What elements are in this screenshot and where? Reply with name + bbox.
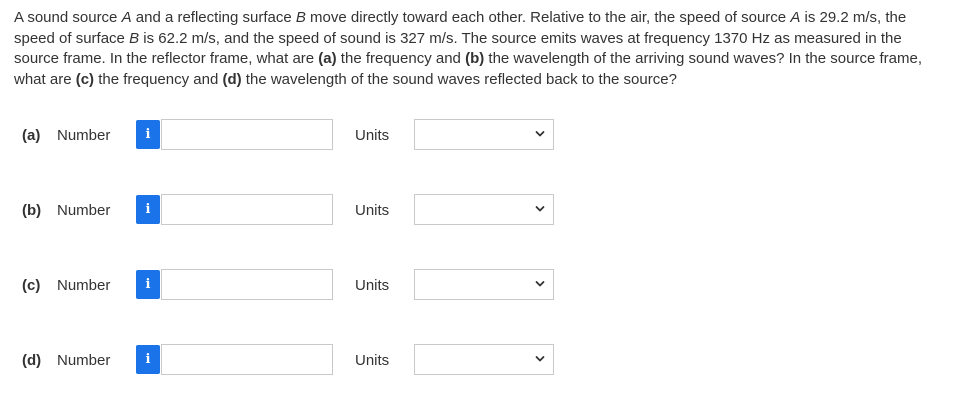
- chevron-down-icon: [535, 281, 545, 287]
- number-input-a[interactable]: [161, 119, 333, 150]
- question-seg: (d): [222, 70, 242, 88]
- question-seg: A: [790, 9, 801, 26]
- question-seg: (a): [318, 50, 337, 67]
- question-seg: (c): [75, 70, 95, 88]
- answer-row-c: (c) Number i Units: [0, 269, 965, 303]
- question-seg: A sound source: [14, 9, 122, 26]
- answer-row-a: (a) Number i Units: [0, 119, 965, 153]
- info-icon[interactable]: i: [136, 345, 160, 374]
- chevron-down-icon: [535, 206, 545, 212]
- number-label: Number: [57, 202, 111, 219]
- part-label: (b): [22, 202, 42, 219]
- question-seg: (b): [465, 50, 485, 67]
- number-label: Number: [57, 127, 111, 144]
- number-label: Number: [57, 277, 111, 294]
- units-label: Units: [355, 127, 390, 144]
- question-seg: A: [121, 9, 132, 26]
- number-input-b[interactable]: [161, 194, 333, 225]
- part-label: (a): [22, 127, 41, 144]
- info-icon[interactable]: i: [136, 270, 160, 299]
- info-icon[interactable]: i: [136, 120, 160, 149]
- units-label: Units: [355, 277, 390, 294]
- question-seg: the frequency and: [336, 50, 466, 67]
- chevron-down-icon: [535, 356, 545, 362]
- question-seg: the wavelength of the sound waves reflec…: [241, 70, 677, 88]
- number-input-d[interactable]: [161, 344, 333, 375]
- number-label: Number: [57, 352, 111, 369]
- part-label: (c): [22, 277, 41, 294]
- answer-row-b: (b) Number i Units: [0, 194, 965, 228]
- info-icon[interactable]: i: [136, 195, 160, 224]
- question-text: A sound source A and a reflecting surfac…: [14, 8, 949, 90]
- units-label: Units: [355, 202, 390, 219]
- question-seg: B: [129, 29, 140, 47]
- units-label: Units: [355, 352, 390, 369]
- question-seg: and a reflecting surface: [131, 9, 296, 26]
- answer-row-d: (d) Number i Units: [0, 344, 965, 378]
- question-seg: B: [295, 9, 306, 26]
- number-input-c[interactable]: [161, 269, 333, 300]
- units-select-a[interactable]: [414, 119, 554, 150]
- question-seg: move directly toward each other. Relativ…: [305, 9, 791, 26]
- question-seg: the frequency and: [94, 70, 223, 88]
- units-select-b[interactable]: [414, 194, 554, 225]
- units-select-c[interactable]: [414, 269, 554, 300]
- part-label: (d): [22, 352, 42, 369]
- chevron-down-icon: [535, 131, 545, 137]
- units-select-d[interactable]: [414, 344, 554, 375]
